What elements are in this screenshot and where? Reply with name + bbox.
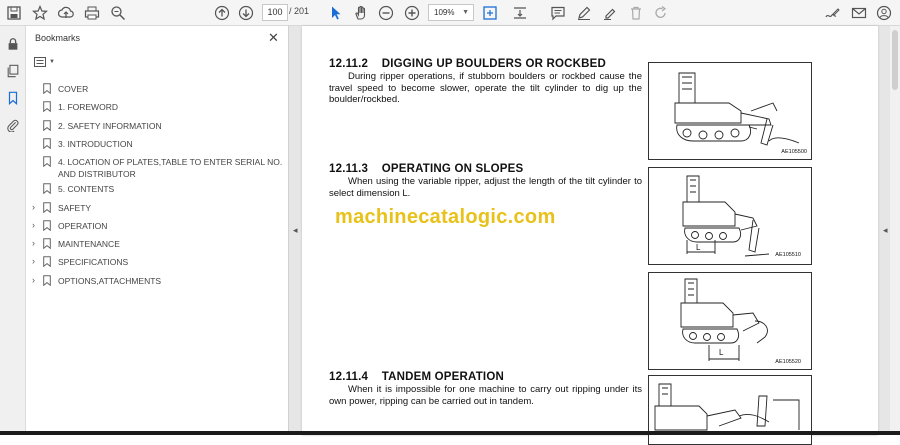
figure-code: AE105520 [775,359,801,365]
hand-icon[interactable] [351,3,371,23]
ripper-slope-drawing-2: L [680,278,768,361]
account-icon[interactable] [874,3,894,23]
dimension-label: L [719,348,724,357]
chevron-right-icon[interactable]: › [32,238,35,248]
watermark: machinecatalogic.com [335,206,556,228]
section-title: DIGGING UP BOULDERS OR ROCKBED [381,58,607,70]
bookmark-flag-icon [43,256,51,268]
attachment-icon[interactable] [4,116,22,134]
figure-ripper-boulder: AE105500 [648,62,812,160]
highlight-icon[interactable] [600,3,620,23]
redo-icon[interactable] [651,3,671,23]
panel-title: Bookmarks [35,33,81,43]
section-body: When it is impossible for one machine to… [329,384,642,407]
select-cursor-icon[interactable] [326,3,346,23]
bookmark-label: 2. SAFETY INFORMATION [58,120,162,131]
pdf-page: 12.11.2 DIGGING UP BOULDERS OR ROCKBED D… [302,26,878,445]
star-icon[interactable] [30,3,50,23]
section-heading: 12.11.4 TANDEM OPERATION [329,371,504,383]
trash-icon[interactable] [626,3,646,23]
bookmark-flag-icon [43,201,51,213]
bookmark-flag-icon [43,219,51,231]
page-number-input[interactable]: 100 [262,4,288,21]
collapse-right-icon[interactable]: ◂ [883,225,888,236]
section-heading: 12.11.2 DIGGING UP BOULDERS OR ROCKBED [329,58,606,70]
zoom-out-icon[interactable] [376,3,396,23]
chevron-down-icon: ▼ [49,59,55,65]
taskbar-edge [0,431,900,435]
ripper-slope-drawing: L [682,175,770,257]
chevron-down-icon: ▼ [462,9,469,16]
section-title: OPERATING ON SLOPES [381,163,524,175]
pages-icon[interactable] [4,62,22,80]
zoom-value: 109% [434,8,455,17]
bookmark-label: 3. INTRODUCTION [58,138,133,149]
figure-code: AE105500 [781,149,807,155]
bookmark-flag-icon [43,119,51,131]
main-toolbar: 100 / 201 109% ▼ [0,0,900,26]
zoom-search-icon[interactable] [108,3,128,23]
bookmark-flag-icon [43,156,51,168]
bookmark-flag-icon [43,183,51,195]
bookmark-label: SAFETY [58,202,92,213]
mail-icon[interactable] [849,3,869,23]
bookmark-label: 5. CONTENTS [58,184,115,195]
comment-icon[interactable] [548,3,568,23]
section-body: When using the variable ripper, adjust t… [329,176,642,199]
bookmark-flag-icon [43,238,51,250]
bookmark-flag-icon [43,101,51,113]
pen-icon[interactable] [574,3,594,23]
bookmark-label: 1. FOREWORD [58,102,118,113]
bookmark-flag-icon [43,274,51,286]
bookmarks-panel: Bookmarks ✕ ▼ COVER 1. FOREWORD 2. SAFETY … [26,26,289,435]
section-body: During ripper operations, if stubborn bo… [329,71,642,105]
page-up-icon[interactable] [212,3,232,23]
bookmark-label: SPECIFICATIONS [58,257,129,268]
chevron-right-icon[interactable]: › [32,256,35,266]
chevron-right-icon[interactable]: › [32,275,35,285]
page-down-icon[interactable] [236,3,256,23]
bookmark-options-button[interactable]: ▼ [34,55,56,69]
scroll-mode-icon[interactable] [510,3,530,23]
bookmark-icon[interactable] [4,89,22,107]
section-title: TANDEM OPERATION [381,371,504,383]
collapse-left-icon[interactable]: ◂ [293,225,298,236]
close-icon[interactable]: ✕ [268,30,279,46]
figure-slope-2: L AE105520 [648,272,812,370]
chevron-right-icon[interactable]: › [32,202,35,212]
bookmark-flag-icon [43,138,51,149]
scrollbar-thumb[interactable] [892,30,898,90]
print-icon[interactable] [82,3,102,23]
bookmark-label: 4. LOCATION OF PLATES,TABLE TO ENTER SER… [58,157,283,180]
figure-code: AE105510 [775,252,801,258]
list-options-icon [34,57,46,67]
section-heading: 12.11.3 OPERATING ON SLOPES [329,163,523,175]
ripper-drawing [674,72,800,146]
chevron-right-icon[interactable]: › [32,220,35,230]
upload-icon[interactable] [56,3,76,23]
section-number: 12.11.4 [329,371,369,383]
bookmark-label: MAINTENANCE [58,239,120,250]
bookmark-flag-icon [43,83,51,94]
bookmark-label: COVER [58,84,89,94]
tandem-drawing [654,383,800,431]
section-number: 12.11.2 [329,58,369,70]
bookmark-label: OPERATION [58,220,108,231]
bookmark-label: OPTIONS,ATTACHMENTS [58,275,162,286]
zoom-in-icon[interactable] [402,3,422,23]
sign-icon[interactable] [822,3,842,23]
page-total: / 201 [289,6,310,16]
zoom-select[interactable]: 109% ▼ [428,4,474,21]
navigation-rail [0,26,26,435]
dimension-label: L [696,243,701,252]
fit-page-icon[interactable] [480,3,500,23]
section-number: 12.11.3 [329,163,369,175]
figure-slope-1: L AE105510 [648,167,812,265]
save-icon[interactable] [4,3,24,23]
lock-icon[interactable] [4,35,22,53]
